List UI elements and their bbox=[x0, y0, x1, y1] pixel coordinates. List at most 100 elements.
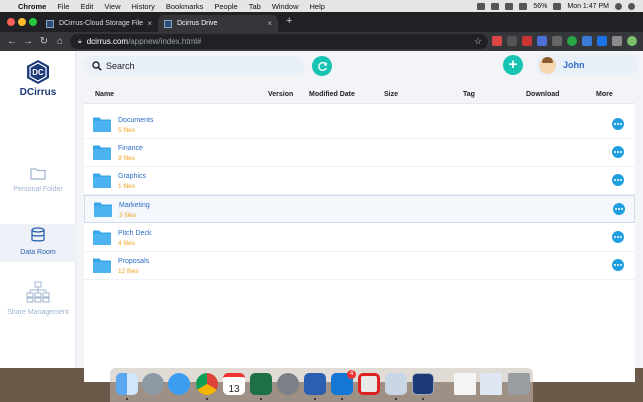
bookmark-app-icon[interactable] bbox=[358, 373, 380, 395]
trash-icon[interactable] bbox=[508, 373, 530, 395]
menu-tab[interactable]: Tab bbox=[249, 2, 261, 11]
extension-icon[interactable] bbox=[567, 36, 577, 46]
bluetooth-icon[interactable] bbox=[505, 2, 514, 10]
system-preferences-icon[interactable] bbox=[277, 373, 299, 395]
tab-dcirrus-cloud-storage[interactable]: DCirrus-Cloud Storage File × bbox=[40, 15, 158, 32]
menu-help[interactable]: Help bbox=[310, 2, 325, 11]
extension-icon[interactable] bbox=[612, 36, 622, 46]
sidebar-item-label: Personal Folder bbox=[13, 186, 63, 193]
folder-name[interactable]: Finance bbox=[118, 145, 143, 152]
tab-close-icon[interactable]: × bbox=[267, 19, 272, 28]
menu-edit[interactable]: Edit bbox=[80, 2, 93, 11]
launchpad-icon[interactable] bbox=[142, 373, 164, 395]
extension-icon[interactable] bbox=[507, 36, 517, 46]
running-indicator bbox=[395, 398, 397, 400]
sidebar-item-share-management[interactable]: Share Management bbox=[0, 281, 76, 325]
menu-history[interactable]: History bbox=[132, 2, 155, 11]
menu-people[interactable]: People bbox=[214, 2, 237, 11]
menu-window[interactable]: Window bbox=[272, 2, 299, 11]
extension-icon[interactable] bbox=[597, 36, 607, 46]
safari-icon[interactable] bbox=[168, 373, 190, 395]
back-arrow-icon[interactable]: ← bbox=[4, 36, 20, 47]
user-profile-menu[interactable]: John bbox=[536, 54, 639, 76]
word-icon[interactable] bbox=[304, 373, 326, 395]
clock[interactable]: Mon 1:47 PM bbox=[567, 3, 609, 10]
extension-icon[interactable] bbox=[492, 36, 502, 46]
column-header-download[interactable]: Download bbox=[526, 91, 559, 98]
column-header-name[interactable]: Name bbox=[95, 91, 114, 98]
folder-file-count: 1 files bbox=[118, 183, 135, 190]
zoom-window-button[interactable] bbox=[29, 18, 37, 26]
add-button[interactable]: + bbox=[503, 55, 523, 75]
dropbox-icon[interactable] bbox=[477, 2, 486, 10]
more-options-button[interactable] bbox=[612, 146, 624, 158]
profile-icon[interactable] bbox=[627, 36, 637, 46]
spotlight-icon[interactable] bbox=[615, 2, 622, 10]
folder-name[interactable]: Graphics bbox=[118, 173, 146, 180]
search-input[interactable]: Search bbox=[84, 56, 305, 75]
folder-row-graphics[interactable]: Graphics 1 files bbox=[84, 167, 635, 195]
excel-icon[interactable] bbox=[250, 373, 272, 395]
close-window-button[interactable] bbox=[7, 18, 15, 26]
folder-row-finance[interactable]: Finance 9 files bbox=[84, 139, 635, 167]
dcirrus-dock-icon[interactable] bbox=[412, 373, 434, 395]
extension-icon[interactable] bbox=[582, 36, 592, 46]
sidebar-item-personal-folder[interactable]: Personal Folder bbox=[0, 167, 76, 199]
tab-dcirrus-drive[interactable]: Dcirrus Drive × bbox=[158, 15, 278, 32]
folder-name[interactable]: Marketing bbox=[119, 202, 150, 209]
bookmark-star-icon[interactable]: ☆ bbox=[474, 36, 482, 47]
browser-toolbar: ← → ↻ ⌂ 🔒︎ dcirrus.com/appnew/index.html… bbox=[0, 32, 643, 51]
folder-file-count: 4 files bbox=[118, 240, 135, 247]
screen-thumbnail-icon[interactable] bbox=[480, 373, 502, 395]
column-header-version[interactable]: Version bbox=[268, 91, 293, 98]
folder-row-pitch-deck[interactable]: Pitch Deck 4 files bbox=[84, 224, 635, 252]
column-header-size[interactable]: Size bbox=[384, 91, 398, 98]
column-header-tag[interactable]: Tag bbox=[463, 91, 475, 98]
preview-icon[interactable] bbox=[385, 373, 407, 395]
wifi-icon[interactable] bbox=[519, 2, 528, 10]
control-center-icon[interactable] bbox=[628, 2, 635, 10]
finder-icon[interactable] bbox=[116, 373, 138, 395]
folder-icon bbox=[93, 230, 111, 245]
folder-row-marketing[interactable]: Marketing 3 files bbox=[84, 195, 635, 223]
home-icon[interactable]: ⌂ bbox=[52, 36, 68, 47]
chrome-icon[interactable] bbox=[196, 373, 218, 395]
new-tab-icon[interactable]: + bbox=[286, 15, 292, 27]
extension-icon[interactable] bbox=[537, 36, 547, 46]
menu-view[interactable]: View bbox=[104, 2, 120, 11]
sidebar-item-data-room[interactable]: Data Room bbox=[0, 224, 76, 262]
folder-row-proposals[interactable]: Proposals 12 files bbox=[84, 252, 635, 280]
column-header-modified-date[interactable]: Modified Date bbox=[309, 91, 355, 98]
reload-icon[interactable]: ↻ bbox=[36, 36, 52, 47]
folder-icon bbox=[93, 145, 111, 160]
menu-file[interactable]: File bbox=[57, 2, 69, 11]
menu-app-name[interactable]: Chrome bbox=[18, 2, 46, 11]
tab-close-icon[interactable]: × bbox=[147, 19, 152, 28]
document-thumbnail-icon[interactable] bbox=[454, 373, 476, 395]
minimize-window-button[interactable] bbox=[18, 18, 26, 26]
column-header-more[interactable]: More bbox=[596, 91, 613, 98]
running-indicator bbox=[341, 398, 343, 400]
more-options-button[interactable] bbox=[612, 259, 624, 271]
status-app-icon[interactable] bbox=[491, 2, 500, 10]
folder-name[interactable]: Pitch Deck bbox=[118, 230, 151, 237]
menu-bookmarks[interactable]: Bookmarks bbox=[166, 2, 204, 11]
battery-percent[interactable]: 56% bbox=[533, 3, 547, 10]
more-options-button[interactable] bbox=[613, 203, 625, 215]
refresh-button[interactable] bbox=[312, 56, 332, 76]
battery-icon[interactable] bbox=[553, 2, 562, 10]
dcirrus-favicon-icon bbox=[46, 19, 54, 28]
more-options-button[interactable] bbox=[612, 118, 624, 130]
folder-name[interactable]: Proposals bbox=[118, 258, 149, 265]
more-options-button[interactable] bbox=[612, 231, 624, 243]
lock-icon[interactable]: 🔒︎ bbox=[78, 38, 82, 46]
extension-icon[interactable] bbox=[552, 36, 562, 46]
address-bar[interactable]: 🔒︎ dcirrus.com/appnew/index.html# ☆ bbox=[70, 34, 488, 49]
brand-name: DCirrus bbox=[19, 87, 57, 98]
extension-icon[interactable] bbox=[522, 36, 532, 46]
calendar-icon[interactable]: 13 bbox=[223, 373, 245, 395]
folder-name[interactable]: Documents bbox=[118, 117, 153, 124]
forward-arrow-icon[interactable]: → bbox=[20, 36, 36, 47]
folder-row-documents[interactable]: Documents 5 files bbox=[84, 111, 635, 139]
more-options-button[interactable] bbox=[612, 174, 624, 186]
